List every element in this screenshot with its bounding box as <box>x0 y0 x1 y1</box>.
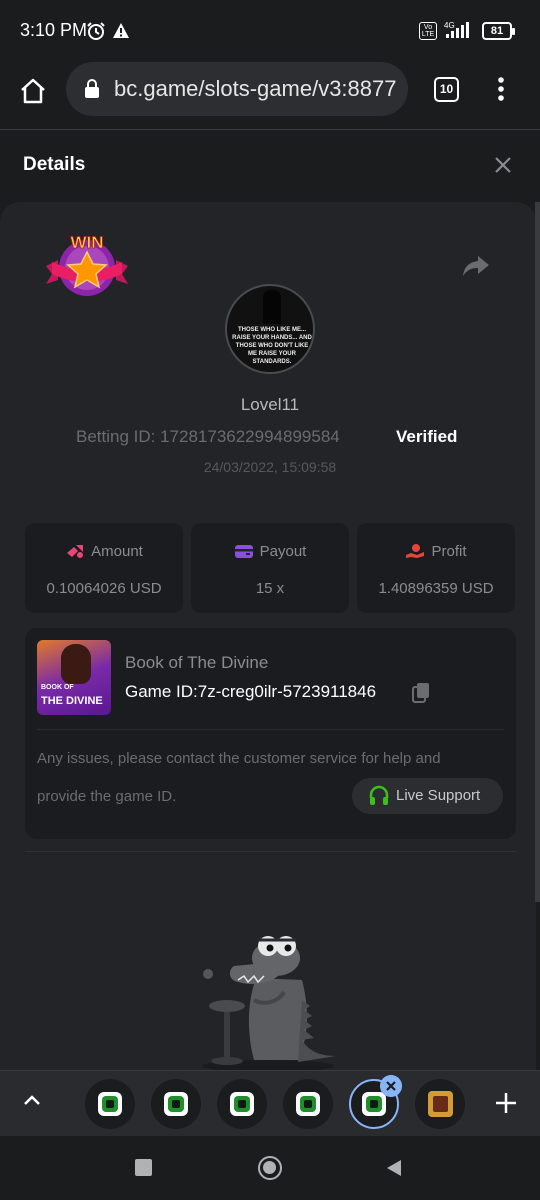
stat-profit-value: 1.40896359 USD <box>378 580 494 597</box>
status-bar: 3:10 PM Vo LTE 4G 81 <box>0 0 540 62</box>
tab-bc-game-2[interactable] <box>151 1079 201 1129</box>
new-tab-plus-icon[interactable] <box>494 1091 518 1115</box>
tab-bc-game-3[interactable] <box>217 1079 267 1129</box>
more-vert-icon[interactable] <box>497 76 505 102</box>
chevron-up-icon[interactable] <box>22 1093 42 1107</box>
payout-icon <box>234 545 253 558</box>
stat-profit: Profit 1.40896359 USD <box>357 523 515 613</box>
headset-icon <box>369 785 389 805</box>
alarm-icon <box>87 22 105 40</box>
stat-amount: Amount 0.10064026 USD <box>25 523 183 613</box>
warning-icon <box>113 23 129 38</box>
avatar-figure <box>263 290 281 324</box>
tab-bc-game-1[interactable] <box>85 1079 135 1129</box>
bc-game-favicon-icon <box>296 1092 320 1116</box>
bc-game-favicon-icon <box>362 1092 386 1116</box>
profit-icon <box>406 544 425 558</box>
thumbnail-title-line2: THE DIVINE <box>41 695 103 707</box>
stat-payout: Payout 15 x <box>191 523 349 613</box>
battery-icon: 81 <box>482 22 515 40</box>
stat-payout-label: Payout <box>259 543 307 560</box>
svg-text:4G: 4G <box>444 21 455 30</box>
close-icon[interactable] <box>494 156 512 174</box>
bc-game-favicon-icon <box>164 1092 188 1116</box>
card-divider <box>37 729 504 730</box>
win-badge-label: WIN <box>70 233 103 252</box>
stat-payout-value: 15 x <box>255 580 285 597</box>
bet-timestamp: 24/03/2022, 15:09:58 <box>203 459 337 475</box>
details-title: Details <box>23 154 86 175</box>
scrollbar[interactable] <box>535 202 540 902</box>
game-card: BOOK OF THE DIVINE Book of The Divine Ga… <box>25 628 516 839</box>
win-badge-icon: WIN <box>46 233 128 296</box>
recents-icon[interactable] <box>135 1159 152 1176</box>
bet-details-panel: WIN THOSE WHO LIKE ME... RAISE YOUR HAND… <box>0 202 536 1070</box>
thumbnail-figure <box>61 644 91 684</box>
tab-strip <box>0 1070 540 1136</box>
live-support-label: Live Support <box>396 787 481 804</box>
crocodile-mascot-icon <box>202 936 336 1070</box>
live-support-button[interactable]: Live Support <box>352 778 503 814</box>
tab-close-icon[interactable] <box>380 1075 402 1097</box>
book-favicon-icon <box>428 1091 453 1117</box>
address-bar[interactable]: bc.game/slots-game/v3:8877 <box>66 62 408 116</box>
volte-indicator: Vo LTE <box>419 22 437 40</box>
verified-label: Verified <box>396 427 458 446</box>
home-icon[interactable] <box>18 76 48 106</box>
browser-toolbar: bc.game/slots-game/v3:8877 10 <box>0 62 540 130</box>
amount-icon <box>67 545 84 558</box>
stat-amount-header: Amount <box>25 543 183 560</box>
stat-amount-value: 0.10064026 USD <box>46 580 162 597</box>
game-name[interactable]: Book of The Divine <box>125 653 268 673</box>
panel-divider <box>25 851 516 852</box>
avatar: THOSE WHO LIKE ME... RAISE YOUR HANDS...… <box>225 284 315 374</box>
system-nav-bar <box>0 1136 540 1200</box>
stat-profit-header: Profit <box>357 543 515 560</box>
tab-book-of-divine[interactable] <box>415 1079 465 1129</box>
username: Lovel11 <box>240 395 300 414</box>
tab-switcher-button[interactable]: 10 <box>434 77 459 102</box>
url-text[interactable]: bc.game/slots-game/v3:8877 <box>114 76 404 102</box>
lock-icon <box>85 79 99 98</box>
signal-icon: 4G <box>444 21 469 38</box>
share-icon[interactable] <box>462 254 490 278</box>
support-notice-line1: Any issues, please contact the customer … <box>37 750 441 767</box>
thumbnail-title-line1: BOOK OF <box>41 684 74 691</box>
copy-icon[interactable] <box>411 682 431 704</box>
game-id: Game ID:7z-creg0ilr-5723911846 <box>125 682 377 701</box>
stat-profit-label: Profit <box>431 543 467 560</box>
betting-id: Betting ID: 1728173622994899584 <box>76 427 340 446</box>
back-icon[interactable] <box>385 1158 403 1178</box>
game-thumbnail[interactable]: BOOK OF THE DIVINE <box>37 640 111 715</box>
tab-bc-game-4[interactable] <box>283 1079 333 1129</box>
bc-game-favicon-icon <box>230 1092 254 1116</box>
stat-amount-label: Amount <box>91 543 143 560</box>
home-nav-icon[interactable] <box>258 1156 282 1180</box>
status-time: 3:10 PM <box>20 20 88 40</box>
avatar-caption: THOSE WHO LIKE ME... RAISE YOUR HANDS...… <box>232 327 312 365</box>
support-notice-line2: provide the game ID. <box>37 788 177 805</box>
bc-game-favicon-icon <box>98 1092 122 1116</box>
stat-payout-header: Payout <box>191 543 349 560</box>
